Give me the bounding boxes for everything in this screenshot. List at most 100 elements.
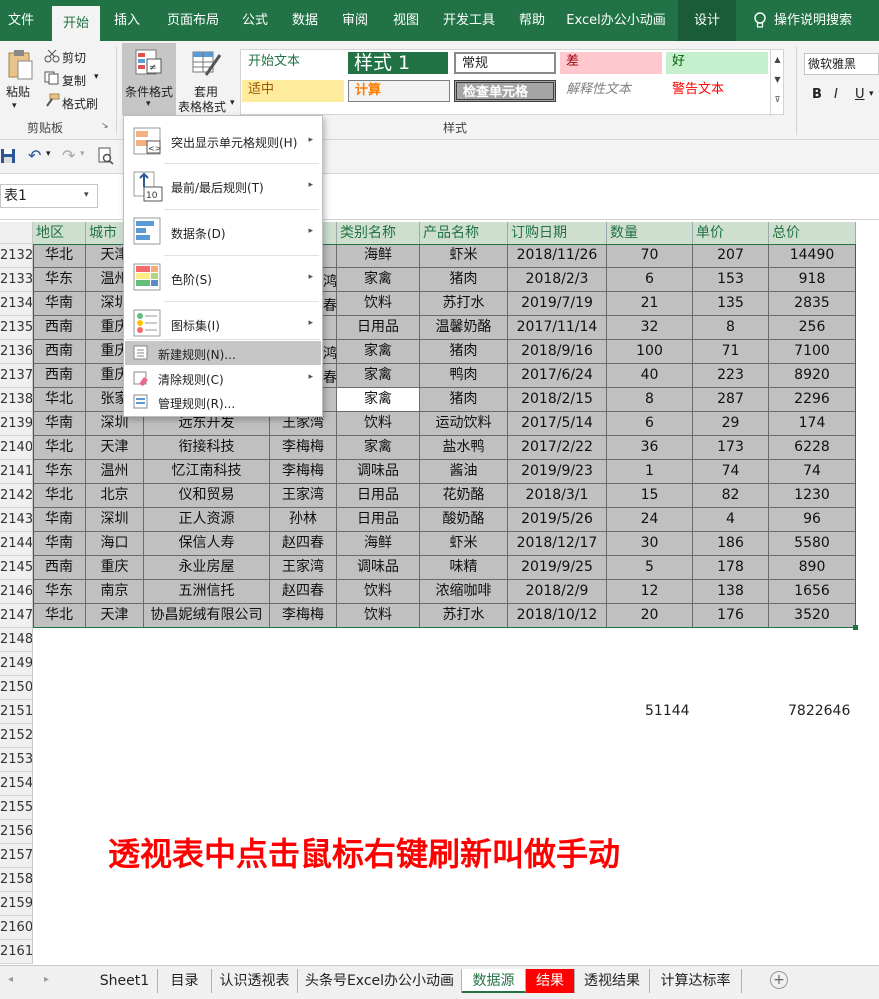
table-cell[interactable]: 29 [693,412,769,436]
table-cell[interactable]: 李梅梅 [270,460,337,484]
row-number[interactable]: 2134 [0,292,33,316]
sheet-tab[interactable]: 计算达标率 [650,969,742,993]
table-header[interactable]: 订购日期 [508,222,607,244]
format-as-table-dropdown-icon[interactable]: ▾ [230,98,235,108]
table-cell[interactable]: 5 [607,556,693,580]
redo-dropdown-icon[interactable]: ▾ [80,149,85,159]
table-cell[interactable]: 海口 [86,532,144,556]
table-cell[interactable]: 酸奶酪 [420,508,508,532]
row-number[interactable]: 2135 [0,316,33,340]
table-cell[interactable]: 虾米 [420,532,508,556]
table-cell[interactable]: 223 [693,364,769,388]
table-cell[interactable]: 36 [607,436,693,460]
font-name-box[interactable]: 微软雅黑 [804,53,879,75]
table-cell[interactable]: 协昌妮绒有限公司 [144,604,270,628]
tell-me-search[interactable]: 操作说明搜索 [774,0,866,41]
table-cell[interactable]: 7100 [769,340,856,364]
sheet-tab[interactable]: 目录 [158,969,212,993]
table-cell[interactable]: 20 [607,604,693,628]
table-cell[interactable]: 调味品 [337,556,420,580]
table-cell[interactable]: 96 [769,508,856,532]
total-quantity[interactable]: 51144 [645,703,690,719]
table-cell[interactable]: 2017/6/24 [508,364,607,388]
table-cell[interactable]: 8 [607,388,693,412]
table-cell[interactable]: 华北 [33,244,86,268]
fill-handle[interactable] [853,625,858,630]
row-number[interactable]: 2137 [0,364,33,388]
grand-total[interactable]: 7822646 [788,703,850,719]
table-cell[interactable]: 浓缩咖啡 [420,580,508,604]
table-cell[interactable]: 2017/11/14 [508,316,607,340]
italic-button[interactable]: I [834,87,838,102]
row-number[interactable]: 2149 [0,652,33,676]
table-cell[interactable]: 32 [607,316,693,340]
table-cell[interactable]: 178 [693,556,769,580]
style-neutral[interactable]: 适中 [242,80,344,102]
style-calculation[interactable]: 计算 [348,80,450,102]
scroll-right-icon[interactable]: ▸ [44,974,49,985]
style-good[interactable]: 好 [666,52,768,74]
table-cell[interactable]: 华东 [33,268,86,292]
table-cell[interactable]: 李梅梅 [270,604,337,628]
table-header[interactable]: 类别名称 [337,222,420,244]
table-cell[interactable]: 1656 [769,580,856,604]
format-as-table-button[interactable]: 表格格式 [178,98,226,115]
table-cell[interactable]: 2296 [769,388,856,412]
undo-icon[interactable]: ↶ [28,146,41,165]
paste-button[interactable]: 粘贴 [6,83,30,100]
table-cell[interactable]: 五洲信托 [144,580,270,604]
sheet-tab[interactable]: Sheet1 [92,969,158,993]
row-number[interactable]: 2159 [0,892,33,916]
paste-icon[interactable] [6,49,34,81]
table-cell[interactable]: 日用品 [337,508,420,532]
table-header[interactable]: 单价 [693,222,769,244]
copy-button[interactable]: 复制 [62,72,86,89]
table-cell[interactable]: 287 [693,388,769,412]
table-cell[interactable]: 重庆 [86,556,144,580]
undo-dropdown-icon[interactable]: ▾ [46,149,51,159]
table-header[interactable]: 总价 [769,222,856,244]
table-cell[interactable]: 2018/2/15 [508,388,607,412]
tab-help[interactable]: 帮助 [512,0,552,41]
table-cell[interactable]: 6228 [769,436,856,460]
row-number[interactable]: 2142 [0,484,33,508]
table-cell[interactable]: 猪肉 [420,388,508,412]
table-cell[interactable]: 2019/5/26 [508,508,607,532]
table-cell[interactable]: 华南 [33,292,86,316]
tab-file[interactable]: 文件 [0,0,42,41]
style-start-text[interactable]: 开始文本 [242,52,344,74]
row-number[interactable]: 2148 [0,628,33,652]
table-cell[interactable]: 华东 [33,580,86,604]
row-number[interactable]: 2161 [0,940,33,964]
table-cell[interactable]: 味精 [420,556,508,580]
table-cell[interactable]: 2018/3/1 [508,484,607,508]
save-icon[interactable] [0,148,16,164]
table-cell[interactable]: 1230 [769,484,856,508]
table-cell[interactable]: 24 [607,508,693,532]
row-number[interactable]: 2147 [0,604,33,628]
table-cell[interactable]: 西南 [33,316,86,340]
tab-home[interactable]: 开始 [52,6,100,41]
table-cell[interactable]: 华南 [33,412,86,436]
tab-insert[interactable]: 插入 [106,0,148,41]
row-number[interactable]: 2155 [0,796,33,820]
row-number[interactable]: 2154 [0,772,33,796]
table-cell[interactable]: 日用品 [337,484,420,508]
table-cell[interactable]: 天津 [86,604,144,628]
table-cell[interactable]: 74 [693,460,769,484]
table-cell[interactable]: 4 [693,508,769,532]
cut-button[interactable]: 剪切 [62,49,86,66]
row-number[interactable]: 2141 [0,460,33,484]
style-normal[interactable]: 常规 [454,52,556,74]
row-number[interactable]: 2145 [0,556,33,580]
copy-dropdown-icon[interactable]: ▾ [94,72,99,82]
table-cell[interactable]: 永业房屋 [144,556,270,580]
table-cell[interactable]: 北京 [86,484,144,508]
table-cell[interactable]: 天津 [86,436,144,460]
table-header[interactable]: 数量 [607,222,693,244]
table-cell[interactable]: 207 [693,244,769,268]
table-cell[interactable]: 2019/9/23 [508,460,607,484]
bold-button[interactable]: B [812,87,822,102]
table-cell[interactable]: 酱油 [420,460,508,484]
tab-developer[interactable]: 开发工具 [438,0,500,41]
